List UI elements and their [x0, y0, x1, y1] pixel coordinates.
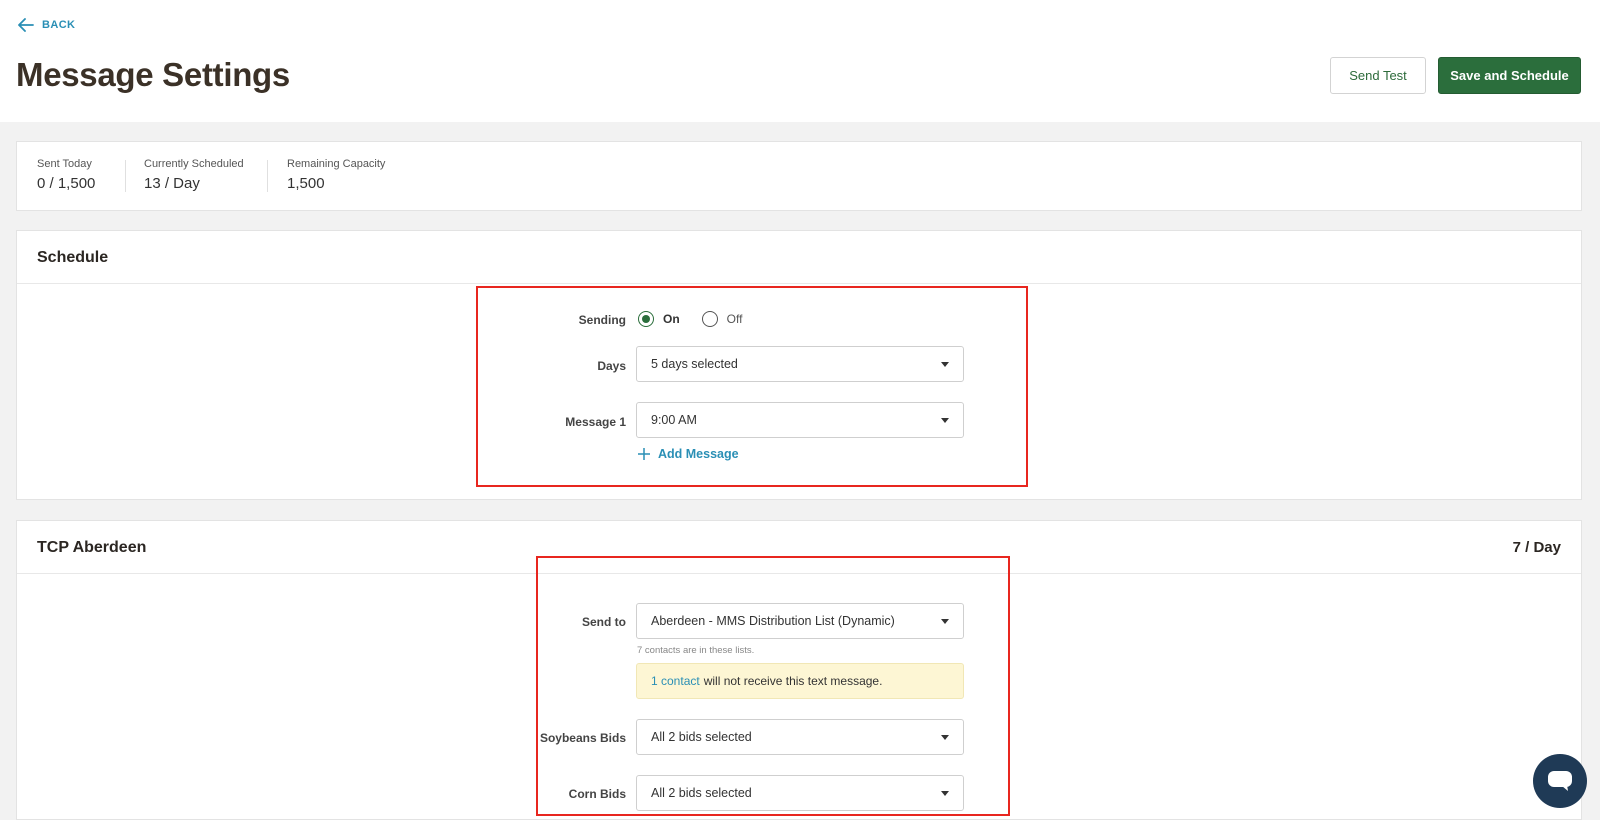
- add-message-label: Add Message: [658, 447, 739, 461]
- select-value: 5 days selected: [651, 357, 738, 371]
- caret-down-icon: [941, 361, 949, 367]
- caret-down-icon: [941, 417, 949, 423]
- stat-value: 1,500: [287, 175, 325, 192]
- plus-icon: [638, 448, 650, 460]
- stat-label: Currently Scheduled: [144, 158, 244, 170]
- sending-on-radio[interactable]: On: [638, 311, 680, 327]
- contacts-hint: 7 contacts are in these lists.: [637, 645, 755, 656]
- stat-sent-today: Sent Today 0 / 1,500: [37, 158, 95, 192]
- contact-link[interactable]: 1 contact: [651, 674, 700, 688]
- message1-label: Message 1: [565, 415, 626, 429]
- sending-label: Sending: [578, 313, 626, 327]
- radio-label: On: [663, 312, 680, 326]
- page-title: Message Settings: [16, 56, 290, 93]
- back-link[interactable]: BACK: [18, 16, 75, 34]
- stat-currently-scheduled: Currently Scheduled 13 / Day: [144, 158, 244, 192]
- send-to-select[interactable]: Aberdeen - MMS Distribution List (Dynami…: [636, 603, 964, 639]
- days-label: Days: [597, 359, 626, 373]
- soybeans-bids-select[interactable]: All 2 bids selected: [636, 719, 964, 755]
- chat-launcher-button[interactable]: [1533, 754, 1587, 808]
- radio-unchecked-icon: [701, 311, 718, 327]
- stats-panel: Sent Today 0 / 1,500 Currently Scheduled…: [16, 141, 1582, 211]
- chat-bubble-icon: [1548, 771, 1572, 791]
- divider: [125, 160, 126, 192]
- sending-radio-group: On Off: [638, 311, 764, 327]
- select-value: 9:00 AM: [651, 413, 697, 427]
- caret-down-icon: [941, 618, 949, 624]
- radio-checked-icon: [638, 311, 654, 327]
- arrow-left-icon: [18, 18, 34, 32]
- sending-off-radio[interactable]: Off: [701, 311, 743, 327]
- stat-value: 0 / 1,500: [37, 175, 96, 192]
- add-message-button[interactable]: Add Message: [638, 447, 739, 461]
- select-value: Aberdeen - MMS Distribution List (Dynami…: [651, 614, 895, 628]
- stat-label: Remaining Capacity: [287, 158, 386, 170]
- divider: [267, 160, 268, 192]
- divider: [17, 283, 1581, 284]
- stat-value: 13 / Day: [144, 175, 200, 192]
- tcp-aberdeen-panel: TCP Aberdeen 7 / Day Send to Aberdeen - …: [16, 520, 1582, 820]
- divider: [17, 573, 1581, 574]
- message1-time-select[interactable]: 9:00 AM: [636, 402, 964, 438]
- send-test-button[interactable]: Send Test: [1330, 57, 1426, 94]
- radio-label: Off: [726, 312, 743, 326]
- corn-bids-label: Corn Bids: [568, 787, 626, 801]
- stat-label: Sent Today: [37, 158, 92, 170]
- notice-text: will not receive this text message.: [703, 674, 883, 688]
- select-value: All 2 bids selected: [651, 730, 752, 744]
- days-select[interactable]: 5 days selected: [636, 346, 964, 382]
- schedule-panel: Schedule Sending On Off Days 5 days sele…: [16, 230, 1582, 500]
- schedule-title: Schedule: [37, 249, 109, 266]
- corn-bids-select[interactable]: All 2 bids selected: [636, 775, 964, 811]
- back-label: BACK: [42, 19, 76, 31]
- stat-remaining-capacity: Remaining Capacity 1,500: [287, 158, 385, 192]
- page-header: BACK Message Settings Send Test Save and…: [0, 0, 1600, 122]
- tcp-title: TCP Aberdeen: [37, 539, 147, 556]
- select-value: All 2 bids selected: [651, 786, 752, 800]
- caret-down-icon: [941, 734, 949, 740]
- caret-down-icon: [941, 790, 949, 796]
- send-to-label: Send to: [582, 615, 626, 629]
- exclusion-notice: 1 contact will not receive this text mes…: [636, 663, 964, 699]
- tcp-rate: 7 / Day: [1512, 539, 1561, 556]
- soybeans-bids-label: Soybeans Bids: [539, 731, 626, 745]
- save-and-schedule-button[interactable]: Save and Schedule: [1438, 57, 1581, 94]
